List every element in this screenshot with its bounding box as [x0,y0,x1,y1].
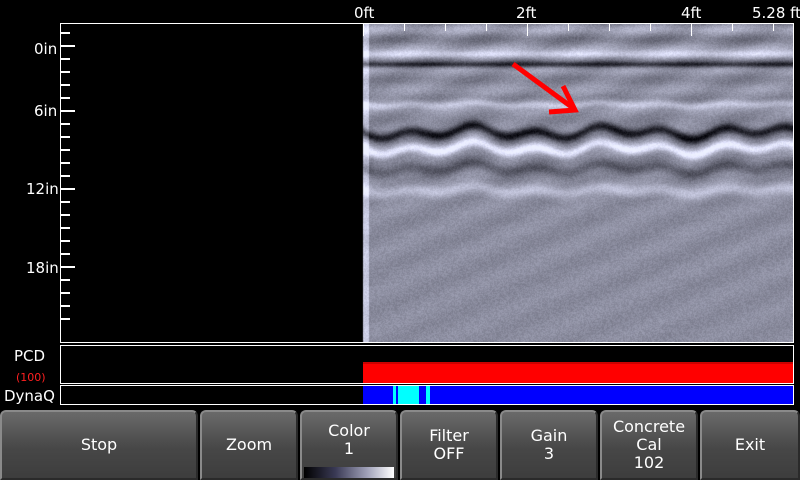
exit-button[interactable]: Exit [700,410,800,480]
axis-label-2ft: 2ft [516,4,537,22]
zoom-button-label: Zoom [225,435,273,454]
dynaq-highlight [393,386,396,404]
depth-label-6in: 6in [34,102,58,120]
dynaq-highlight [398,386,419,404]
stop-button-label: Stop [80,435,118,454]
filter-button[interactable]: Filter OFF [400,410,498,480]
concrete-cal-label: Concrete [612,417,686,436]
depth-label-12in: 12in [26,180,59,198]
gain-button-label: Gain [530,426,568,445]
target-arrow [511,61,579,115]
color-button[interactable]: Color 1 [300,410,398,480]
pcd-bar [363,364,793,383]
gain-button[interactable]: Gain 3 [500,410,598,480]
filter-button-label: Filter [429,426,469,445]
filter-button-value: OFF [433,444,465,463]
color-palette-swatch [304,467,394,478]
color-button-label: Color [328,421,370,440]
exit-button-label: Exit [734,435,766,454]
concrete-cal-value: 102 [633,453,665,472]
dynaq-label: DynaQ [4,387,55,405]
axis-label-end: 5.28 ft [752,4,800,22]
stop-button[interactable]: Stop [0,410,198,480]
axis-label-0ft: 0ft [354,4,375,22]
concrete-cal-button[interactable]: Concrete Cal 102 [600,410,698,480]
color-button-value: 1 [343,439,355,458]
gain-button-value: 3 [543,444,555,463]
zoom-button[interactable]: Zoom [200,410,298,480]
pcd-bar-edge [363,362,793,365]
concrete-cal-label-2: Cal [636,435,662,454]
dynaq-track [60,385,794,405]
radargram-plot[interactable] [60,23,794,343]
pcd-value: (100) [16,371,46,384]
pcd-label: PCD [14,347,46,365]
axis-label-4ft: 4ft [681,4,702,22]
pcd-track [60,345,794,384]
depth-label-18in: 18in [26,259,59,277]
depth-label-0in: 0in [34,40,58,58]
dynaq-highlight [426,386,430,404]
